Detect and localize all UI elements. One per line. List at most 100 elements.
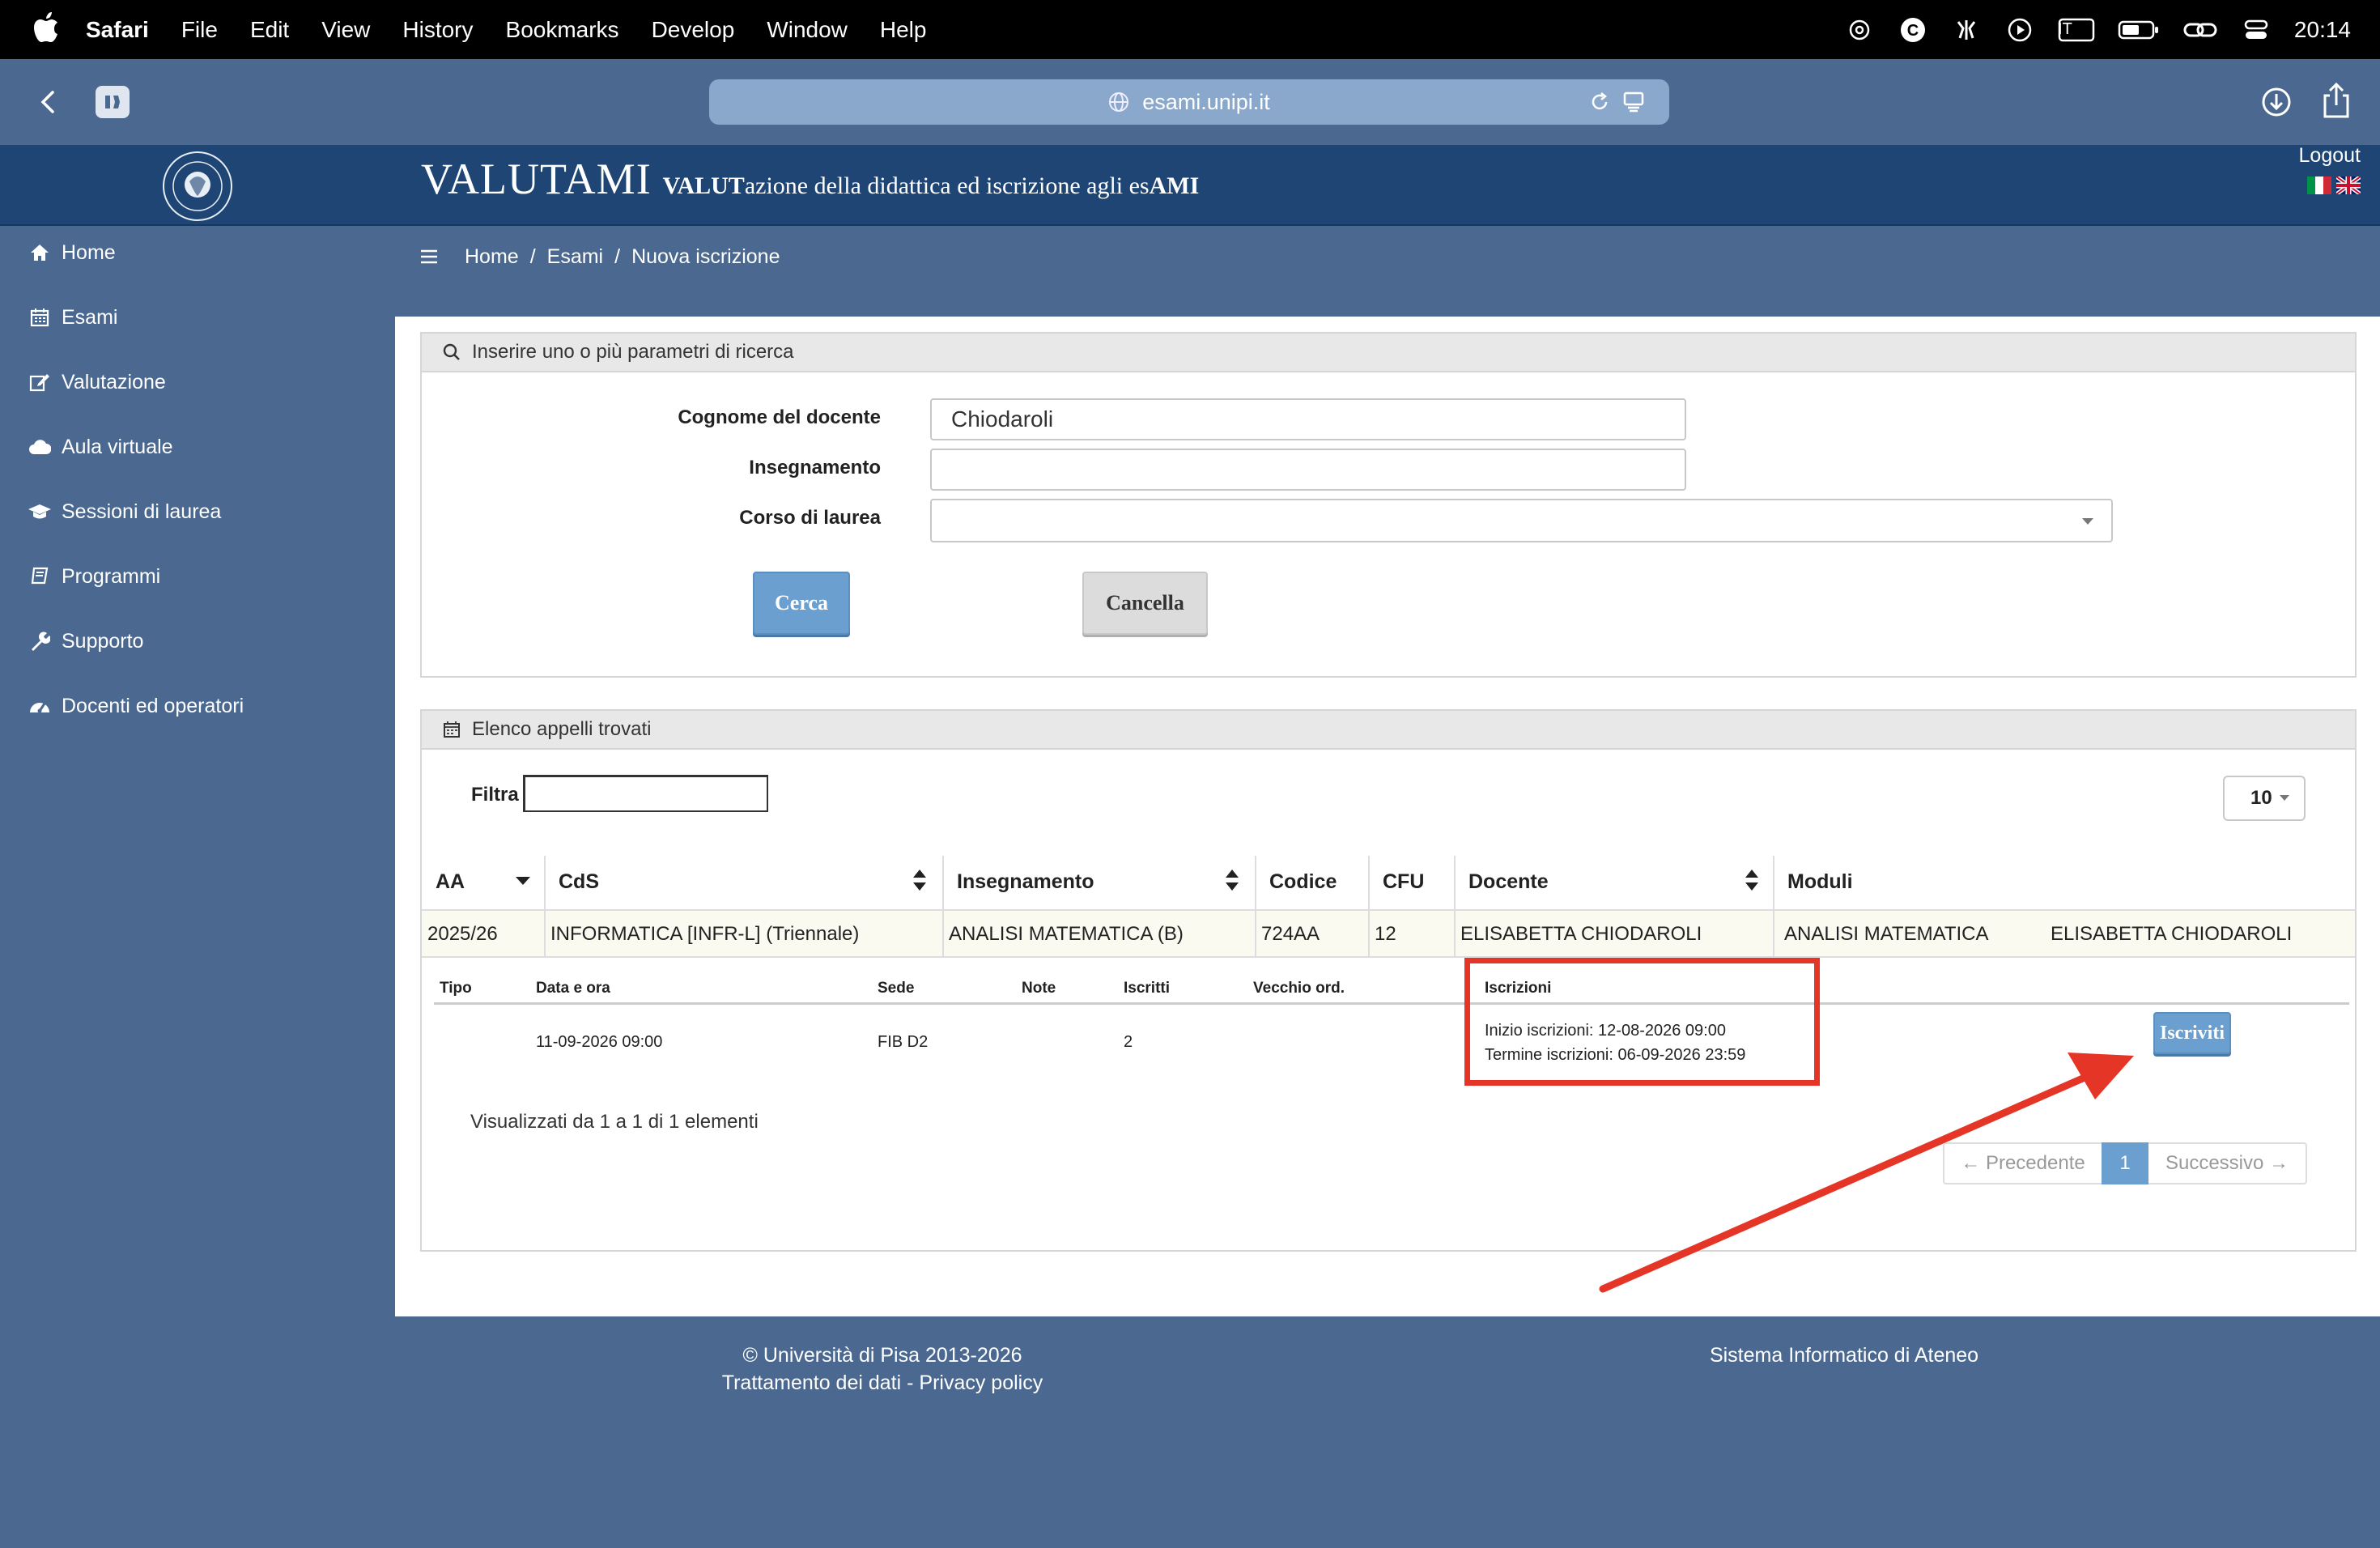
degree-label: Corso di laurea [739, 507, 881, 529]
course-label: Insegnamento [749, 457, 881, 478]
extension-icon [105, 96, 120, 108]
sidebar-item-programmi[interactable]: Programmi [0, 552, 395, 601]
sort-both-icon[interactable] [1224, 868, 1240, 892]
cell-moduli-docente: ELISABETTA CHIODAROLI [2051, 923, 2293, 945]
app-title-main: VALUTAMI [421, 155, 652, 203]
annotation-arrow-icon [1599, 1053, 2134, 1293]
sidebar-item-docenti-operatori[interactable]: Docenti ed operatori [0, 682, 395, 730]
breadcrumb-esami[interactable]: Esami [547, 245, 603, 269]
status-icons: C 20:14 [1844, 0, 2351, 59]
reload-icon[interactable] [1588, 91, 1611, 113]
back-button[interactable] [32, 86, 65, 118]
hamburger-menu-icon[interactable] [419, 249, 439, 265]
cell-docente: ELISABETTA CHIODAROLI [1460, 923, 1702, 945]
sidebar-item-label: Home [62, 240, 116, 264]
menu-bookmarks[interactable]: Bookmarks [506, 17, 619, 43]
uk-flag-icon[interactable] [2336, 176, 2361, 194]
footer-system-link[interactable]: Sistema Informatico di Ateneo [1682, 1344, 2006, 1367]
menu-file[interactable]: File [181, 17, 218, 43]
footer-privacy-link[interactable]: Trattamento dei dati - Privacy policy [680, 1372, 1085, 1395]
page-size-value: 10 [2250, 787, 2272, 809]
app-title-sub-text: azione della didattica ed iscrizione agl… [744, 172, 1150, 199]
cell-codice: 724AA [1261, 923, 1320, 945]
sidebar-item-esami[interactable]: Esami [0, 293, 395, 342]
sidebar-item-label: Docenti ed operatori [62, 694, 244, 717]
caret-down-icon [2082, 518, 2093, 525]
results-info: Visualizzati da 1 a 1 di 1 elementi [470, 1111, 759, 1133]
col-header-insegnamento[interactable]: Insegnamento [957, 868, 1094, 895]
language-flags [2307, 176, 2361, 194]
breadcrumb-home[interactable]: Home [465, 245, 519, 269]
play-circle-icon[interactable] [2004, 15, 2035, 45]
pagination-next[interactable]: Successivo → [2148, 1144, 2306, 1183]
cell-moduli-name: ANALISI MATEMATICA [1784, 923, 1989, 945]
sidebar-item-aula-virtuale[interactable]: Aula virtuale [0, 423, 395, 471]
address-bar[interactable]: esami.unipi.it [709, 79, 1669, 125]
col-header-codice[interactable]: Codice [1269, 868, 1337, 895]
sidebar-item-label: Supporto [62, 629, 144, 653]
enroll-button[interactable]: Iscriviti [2153, 1012, 2231, 1054]
menu-develop[interactable]: Develop [652, 17, 735, 43]
cloud-icon [28, 435, 52, 459]
sort-both-icon[interactable] [912, 868, 928, 892]
col-header-cds[interactable]: CdS [559, 868, 599, 895]
sort-desc-icon[interactable] [515, 875, 531, 887]
sub-col-note: Note [1022, 980, 1056, 997]
menu-app-safari[interactable]: Safari [86, 17, 149, 43]
col-header-moduli[interactable]: Moduli [1787, 868, 1853, 895]
c-app-icon[interactable]: C [1898, 15, 1928, 45]
cell-cfu: 12 [1375, 923, 1396, 945]
cell-insegnamento: ANALISI MATEMATICA (B) [949, 923, 1184, 945]
university-seal-logo[interactable] [160, 149, 235, 223]
course-input[interactable] [930, 449, 1686, 491]
url-text: esami.unipi.it [1142, 89, 1270, 114]
results-panel-title: Elenco appelli trovati [472, 718, 652, 740]
sidebar-item-sessioni-laurea[interactable]: Sessioni di laurea [0, 487, 395, 536]
sidebar-item-label: Aula virtuale [62, 435, 173, 458]
menu-window[interactable]: Window [767, 17, 848, 43]
col-header-aa[interactable]: AA [436, 868, 465, 895]
edit-icon [28, 370, 52, 394]
sidebar-item-label: Programmi [62, 564, 161, 588]
italian-flag-icon[interactable] [2307, 176, 2331, 194]
sidebar-item-supporto[interactable]: Supporto [0, 617, 395, 666]
clock[interactable]: 20:14 [2294, 17, 2351, 43]
apple-logo-icon[interactable] [32, 11, 60, 44]
breadcrumb: Home / Esami / Nuova iscrizione [419, 243, 780, 270]
openai-icon[interactable] [1844, 15, 1875, 45]
col-header-cfu[interactable]: CFU [1383, 868, 1424, 895]
battery-icon[interactable] [2118, 15, 2160, 45]
col-divider [1368, 911, 1370, 958]
wrench-icon [28, 629, 52, 653]
cancel-button[interactable]: Cancella [1082, 572, 1208, 635]
teacher-input[interactable]: Chiodaroli [930, 398, 1686, 440]
sub-col-vecchio-ord: Vecchio ord. [1253, 980, 1345, 997]
reader-icon[interactable] [1622, 91, 1645, 113]
seal-icon [163, 151, 232, 221]
col-divider [1454, 911, 1456, 958]
col-divider [942, 911, 944, 958]
sub-col-tipo: Tipo [440, 980, 472, 997]
input-source-icon[interactable] [2058, 15, 2095, 45]
extension-button[interactable] [96, 86, 130, 118]
page-size-select[interactable]: 10 [2223, 776, 2306, 821]
menu-edit[interactable]: Edit [250, 17, 289, 43]
share-button[interactable] [2318, 81, 2354, 120]
sort-both-icon[interactable] [1744, 868, 1760, 892]
sub-table-divider [434, 1002, 2349, 1005]
sidebar-item-home[interactable]: Home [0, 228, 395, 277]
logout-link[interactable]: Logout [2299, 144, 2361, 168]
bluetooth-tools-icon[interactable] [1951, 15, 1982, 45]
link-icon[interactable] [2182, 15, 2218, 45]
menu-history[interactable]: History [402, 17, 473, 43]
search-button[interactable]: Cerca [753, 572, 850, 635]
filter-input[interactable] [523, 775, 768, 812]
degree-select[interactable] [930, 499, 2113, 542]
graduation-cap-icon [28, 500, 52, 524]
col-header-docente[interactable]: Docente [1468, 868, 1549, 895]
sidebar-item-valutazione[interactable]: Valutazione [0, 358, 395, 406]
downloads-button[interactable] [2259, 84, 2294, 120]
menu-view[interactable]: View [321, 17, 370, 43]
control-center-icon[interactable] [2241, 15, 2272, 45]
menu-help[interactable]: Help [880, 17, 927, 43]
